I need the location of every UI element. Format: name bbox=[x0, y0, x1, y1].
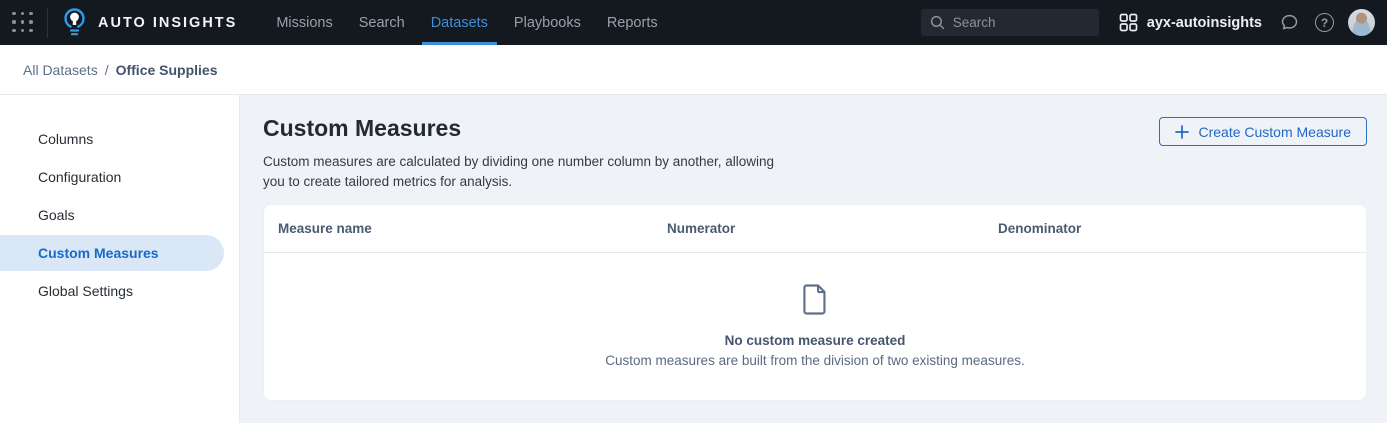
plus-icon bbox=[1175, 125, 1189, 139]
empty-state: No custom measure created Custom measure… bbox=[264, 253, 1366, 368]
create-custom-measure-button[interactable]: Create Custom Measure bbox=[1159, 117, 1367, 146]
brand-logo[interactable]: AUTO INSIGHTS bbox=[62, 7, 237, 38]
workspace-name: ayx-autoinsights bbox=[1147, 15, 1262, 31]
user-avatar[interactable] bbox=[1348, 9, 1375, 36]
app-window: AUTO INSIGHTS Missions Search Datasets P… bbox=[0, 0, 1387, 423]
page-description: Custom measures are calculated by dividi… bbox=[263, 152, 790, 192]
breadcrumb-all-datasets[interactable]: All Datasets bbox=[23, 62, 98, 78]
page-body: Columns Configuration Goals Custom Measu… bbox=[0, 95, 1387, 423]
sidebar-item-goals[interactable]: Goals bbox=[0, 197, 224, 233]
title-block: Custom Measures Custom measures are calc… bbox=[263, 115, 790, 192]
workspace-switcher[interactable]: ayx-autoinsights bbox=[1119, 13, 1262, 32]
breadcrumb-current-dataset: Office Supplies bbox=[116, 62, 218, 78]
sidebar-item-columns[interactable]: Columns bbox=[0, 121, 224, 157]
create-button-label: Create Custom Measure bbox=[1198, 124, 1351, 140]
nav-item-missions[interactable]: Missions bbox=[267, 0, 341, 45]
dataset-settings-sidebar: Columns Configuration Goals Custom Measu… bbox=[0, 95, 240, 423]
empty-state-title: No custom measure created bbox=[264, 333, 1366, 348]
sidebar-item-global-settings[interactable]: Global Settings bbox=[0, 273, 224, 309]
app-grid-icon[interactable] bbox=[12, 12, 34, 34]
column-header-denominator: Denominator bbox=[998, 221, 1352, 236]
page-title: Custom Measures bbox=[263, 115, 790, 142]
main-content: Custom Measures Custom measures are calc… bbox=[240, 95, 1387, 423]
nav-item-reports[interactable]: Reports bbox=[598, 0, 667, 45]
brand-name: AUTO INSIGHTS bbox=[98, 15, 237, 31]
lightbulb-logo-icon bbox=[62, 7, 87, 38]
global-search-box[interactable] bbox=[921, 9, 1099, 36]
sidebar-item-configuration[interactable]: Configuration bbox=[0, 159, 224, 195]
chat-icon[interactable] bbox=[1279, 12, 1300, 33]
top-navigation-bar: AUTO INSIGHTS Missions Search Datasets P… bbox=[0, 0, 1387, 45]
column-header-measure-name: Measure name bbox=[278, 221, 667, 236]
table-header-row: Measure name Numerator Denominator bbox=[264, 205, 1366, 253]
nav-item-playbooks[interactable]: Playbooks bbox=[505, 0, 590, 45]
workspace-grid-icon bbox=[1119, 13, 1138, 32]
search-icon bbox=[930, 15, 945, 30]
search-input[interactable] bbox=[953, 15, 1090, 30]
empty-state-subtitle: Custom measures are built from the divis… bbox=[264, 353, 1366, 368]
breadcrumb: All Datasets / Office Supplies bbox=[0, 45, 1387, 95]
document-icon bbox=[800, 283, 830, 316]
content-header: Custom Measures Custom measures are calc… bbox=[263, 115, 1367, 192]
nav-item-datasets[interactable]: Datasets bbox=[422, 0, 497, 45]
nav-item-search[interactable]: Search bbox=[350, 0, 414, 45]
topbar-divider bbox=[47, 8, 48, 38]
custom-measures-table-card: Measure name Numerator Denominator No cu… bbox=[263, 204, 1367, 401]
help-icon[interactable]: ? bbox=[1315, 13, 1334, 32]
topbar-right-section: ayx-autoinsights ? bbox=[921, 9, 1387, 36]
breadcrumb-separator: / bbox=[105, 62, 109, 78]
column-header-numerator: Numerator bbox=[667, 221, 998, 236]
primary-nav: Missions Search Datasets Playbooks Repor… bbox=[263, 0, 670, 45]
sidebar-item-custom-measures[interactable]: Custom Measures bbox=[0, 235, 224, 271]
